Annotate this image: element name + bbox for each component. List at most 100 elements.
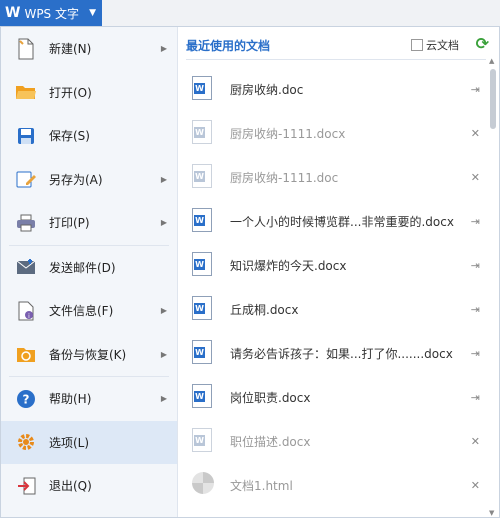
recent-file-list: W 厨房收纳.doc ⇥ W 厨房收纳-1111.docx ✕ W 厨房收纳-1111.doc… [178,67,488,507]
remove-icon[interactable]: ✕ [471,435,480,448]
cloud-docs-checkbox[interactable] [411,39,423,51]
recent-file-name: 岗位职责.docx [230,390,311,405]
menu-item-label: 选项(L) [49,435,90,450]
cloud-docs-toggle[interactable]: 云文档 [411,37,459,53]
menu-item-file-info[interactable]: i 文件信息(F) ▶ [1,289,177,333]
recent-file-item[interactable]: W 厨房收纳-1111.doc ✕ [178,155,488,199]
menu-item-new-file[interactable]: 新建(N) ▶ [1,27,177,71]
file-icon [192,472,214,498]
recent-file-item[interactable]: W 一个人小的时候博览群...非常重要的.docx ⇥ [178,199,488,243]
menu-item-label: 发送邮件(D) [49,260,116,275]
pin-icon[interactable]: ⇥ [471,391,480,404]
print-icon [15,212,37,234]
wps-app-menu-button[interactable]: W WPS 文字 ▼ [0,0,102,26]
menu-item-label: 另存为(A) [49,172,103,187]
mail-icon [15,256,37,278]
recent-file-name: 丘成桐.docx [230,302,299,317]
word-doc-icon: W [192,428,212,452]
file-menu-panel: 新建(N) ▶ 打开(O) 保存(S) 另存为(A) ▶ 打印(P) ▶ 发送邮件(D) i 文件信… [0,26,500,518]
word-doc-icon: W [192,76,212,100]
menu-item-help[interactable]: ? 帮助(H) ▶ [1,377,177,421]
menu-item-label: 打印(P) [49,216,90,231]
recent-documents-panel: 最近使用的文档 云文档 ⟳ W 厨房收纳.doc ⇥ W 厨房收纳-1111.docx ✕… [178,27,499,517]
file-icon: W [192,384,214,410]
recent-file-item[interactable]: 文档1.html ✕ [178,463,488,507]
menu-item-label: 备份与恢复(K) [49,347,127,362]
word-doc-icon: W [192,164,212,188]
menu-item-save[interactable]: 保存(S) [1,114,177,158]
save-icon [15,125,37,147]
menu-item-label: 退出(Q) [49,479,92,494]
chevron-right-icon: ▶ [160,349,167,359]
chevron-right-icon: ▶ [160,218,167,228]
scroll-up-icon[interactable]: ▲ [489,57,494,65]
menu-item-backup[interactable]: 备份与恢复(K) ▶ [1,333,177,377]
scroll-thumb[interactable] [490,69,496,129]
help-icon: ? [15,388,37,410]
refresh-icon[interactable]: ⟳ [476,34,489,53]
pin-icon[interactable]: ⇥ [471,83,480,96]
scrollbar[interactable]: ▲ ▼ [489,57,497,517]
word-doc-icon: W [192,120,212,144]
menu-item-label: 保存(S) [49,129,90,144]
file-icon: W [192,296,214,322]
exit-icon [15,475,37,497]
file-menu-list: 新建(N) ▶ 打开(O) 保存(S) 另存为(A) ▶ 打印(P) ▶ 发送邮件(D) i 文件信… [1,27,178,517]
recent-file-item[interactable]: W 丘成桐.docx ⇥ [178,287,488,331]
menu-item-mail[interactable]: 发送邮件(D) [1,246,177,290]
file-info-icon: i [15,300,37,322]
cloud-docs-label: 云文档 [426,39,459,52]
remove-icon[interactable]: ✕ [471,127,480,140]
file-icon: W [192,76,214,102]
recent-file-name: 厨房收纳-1111.doc [230,170,339,185]
menu-item-exit[interactable]: 退出(Q) [1,464,177,508]
remove-icon[interactable]: ✕ [471,171,480,184]
word-doc-icon: W [192,208,212,232]
file-icon: W [192,208,214,234]
menu-item-print[interactable]: 打印(P) ▶ [1,201,177,245]
recent-file-item[interactable]: W 请务必告诉孩子：如果...打了你.......docx ⇥ [178,331,488,375]
pin-icon[interactable]: ⇥ [471,303,480,316]
file-icon: W [192,164,214,190]
menu-item-options[interactable]: 选项(L) [1,420,177,464]
options-icon [15,431,37,453]
divider [186,59,486,60]
backup-icon [15,343,37,365]
menu-item-save-as[interactable]: 另存为(A) ▶ [1,158,177,202]
menu-item-open-folder[interactable]: 打开(O) [1,71,177,115]
recent-file-name: 一个人小的时候博览群...非常重要的.docx [230,214,454,229]
open-folder-icon [15,81,37,103]
chevron-right-icon: ▶ [160,394,167,404]
pin-icon[interactable]: ⇥ [471,259,480,272]
svg-text:?: ? [23,392,30,406]
menu-item-label: 新建(N) [49,42,92,57]
word-doc-icon: W [192,296,212,320]
recent-file-item[interactable]: W 职位描述.docx ✕ [178,419,488,463]
recent-file-item[interactable]: W 知识爆炸的今天.docx ⇥ [178,243,488,287]
pin-icon[interactable]: ⇥ [471,215,480,228]
menu-item-label: 打开(O) [49,85,92,100]
file-icon: W [192,252,214,278]
app-title: WPS 文字 [24,6,79,21]
chevron-right-icon: ▶ [160,306,167,316]
recent-file-item[interactable]: W 岗位职责.docx ⇥ [178,375,488,419]
remove-icon[interactable]: ✕ [471,479,480,492]
menu-item-label: 文件信息(F) [49,304,114,319]
scroll-down-icon[interactable]: ▼ [489,509,494,517]
new-file-icon [15,38,37,60]
html-file-icon [192,472,214,494]
recent-file-name: 文档1.html [230,478,293,493]
wps-logo-icon: W [5,5,21,21]
recent-file-item[interactable]: W 厨房收纳-1111.docx ✕ [178,111,488,155]
recent-file-name: 请务必告诉孩子：如果...打了你.......docx [230,346,453,361]
chevron-right-icon: ▶ [160,174,167,184]
word-doc-icon: W [192,384,212,408]
recent-file-name: 知识爆炸的今天.docx [230,258,347,273]
recent-file-name: 厨房收纳.doc [230,82,304,97]
recent-file-item[interactable]: W 厨房收纳.doc ⇥ [178,67,488,111]
pin-icon[interactable]: ⇥ [471,347,480,360]
file-icon: W [192,428,214,454]
word-doc-icon: W [192,252,212,276]
file-icon: W [192,340,214,366]
chevron-right-icon: ▶ [160,44,167,54]
